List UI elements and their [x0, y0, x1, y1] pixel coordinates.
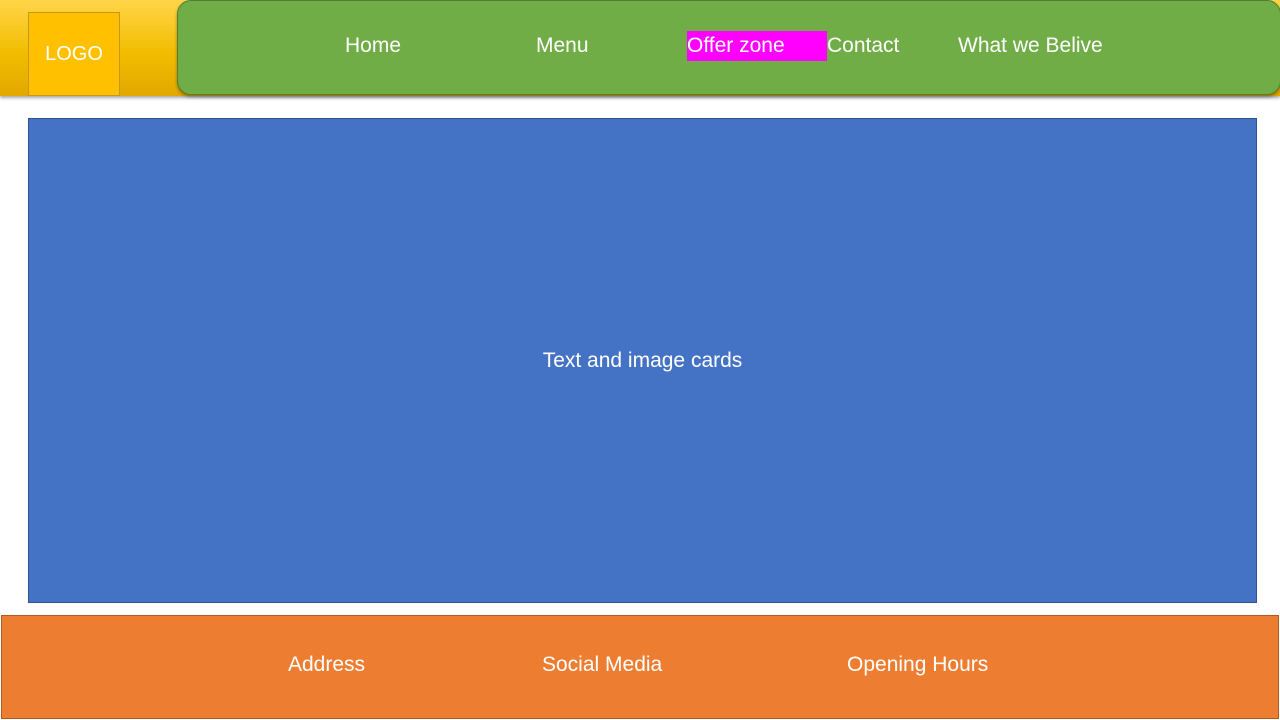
main-content-panel: Text and image cards	[28, 118, 1257, 603]
nav-what-we-belive-link[interactable]: What we Belive	[958, 31, 1103, 61]
main-content-label: Text and image cards	[542, 348, 743, 372]
logo[interactable]: LOGO	[28, 12, 120, 96]
nav-menu-link[interactable]: Menu	[536, 31, 589, 61]
footer-address[interactable]: Address	[288, 653, 365, 677]
footer: Address Social Media Opening Hours	[1, 615, 1279, 719]
nav-contact-link[interactable]: Contact	[827, 31, 899, 61]
footer-social-media[interactable]: Social Media	[542, 653, 662, 677]
logo-text: LOGO	[45, 42, 103, 65]
nav-home-link[interactable]: Home	[345, 31, 401, 61]
footer-opening-hours[interactable]: Opening Hours	[847, 653, 988, 677]
nav-offer-zone-link[interactable]: Offer zone	[687, 31, 827, 61]
